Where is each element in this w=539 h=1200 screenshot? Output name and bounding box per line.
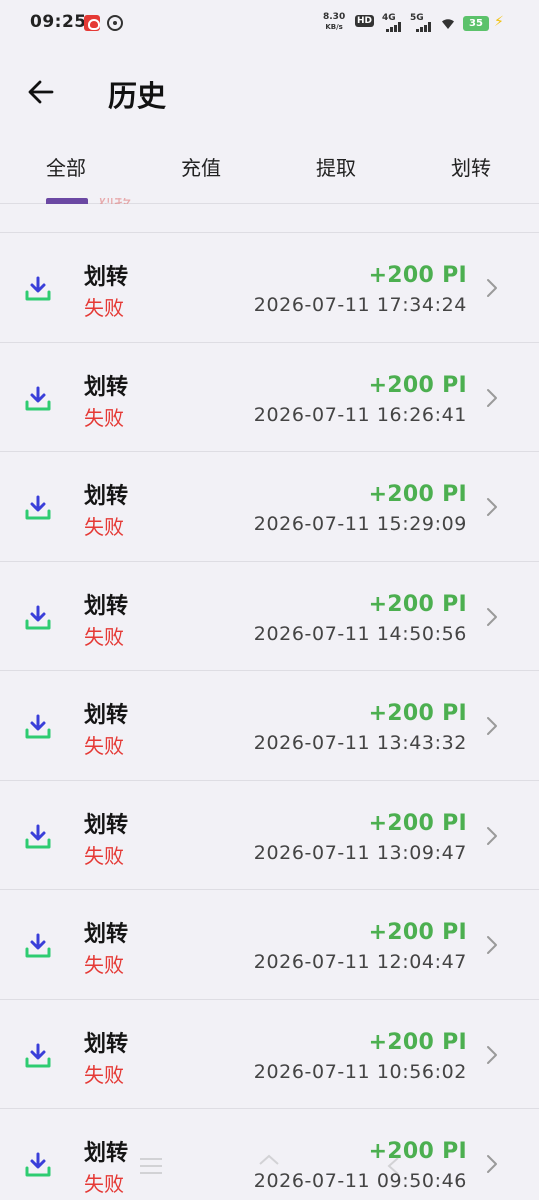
row-amount: +200 PI [368, 482, 467, 507]
chevron-right-icon [487, 607, 497, 626]
download-icon [25, 495, 51, 520]
row-amount: +200 PI [368, 701, 467, 726]
row-title: 划转 [84, 484, 129, 509]
row-title: 划转 [84, 593, 129, 619]
row-datetime: 2026-07-11 13:43:32 [253, 732, 467, 754]
app-header: 历史 [0, 60, 539, 122]
download-icon [25, 1152, 51, 1177]
row-datetime: 2026-07-11 14:50:56 [253, 622, 467, 645]
page-title: 历史 [108, 79, 167, 113]
download-icon [25, 605, 51, 629]
row-status: 失败 [84, 1062, 124, 1087]
transaction-row[interactable]: 划转 失败 +200 PI 2026-07-11 13:09:47 [0, 779, 539, 890]
chevron-right-icon [487, 717, 497, 735]
charging-icon: ⚡ [494, 14, 504, 30]
row-title: 划转 [84, 1031, 129, 1057]
row-amount: +200 PI [368, 1029, 467, 1055]
filter-tabs: 全部 充值 提取 划转 [0, 140, 539, 204]
row-title: 划转 [84, 374, 129, 400]
back-arrow-icon[interactable] [22, 72, 62, 112]
row-status: 失败 [84, 296, 124, 320]
row-status: 失败 [84, 953, 124, 977]
tab-all[interactable]: 全部 [46, 152, 86, 181]
row-title: 划转 [84, 812, 129, 838]
notification-sync-icon [107, 15, 123, 31]
transaction-row[interactable]: 划转 失败 +200 PI 2026-07-11 13:43:32 [0, 670, 539, 780]
download-icon [25, 824, 51, 848]
download-icon [25, 714, 51, 739]
notification-app-icon [84, 15, 100, 31]
row-amount: +200 PI [368, 591, 467, 617]
row-amount: +200 PI [368, 372, 467, 398]
chevron-right-icon [487, 279, 497, 297]
hd-badge: HD [355, 15, 375, 27]
row-title: 划转 [84, 1141, 129, 1166]
row-datetime: 2026-07-11 13:09:47 [253, 841, 467, 864]
row-amount: +200 PI [368, 263, 467, 288]
row-datetime: 2026-07-11 16:26:41 [253, 403, 467, 426]
nav-home-icon[interactable] [258, 1153, 280, 1175]
row-amount: +200 PI [368, 920, 467, 945]
row-datetime: 2026-07-11 15:29:09 [253, 513, 467, 535]
row-datetime: 2026-07-11 17:34:24 [253, 294, 467, 316]
status-bar: 09:25 8.30 KB/s HD 4G 5G 35 ⚡ [0, 0, 539, 46]
chevron-right-icon [487, 936, 497, 954]
transaction-row[interactable]: 划转 失败 +200 PI 2026-07-11 15:29:09 [0, 451, 539, 561]
battery-icon: 35 [463, 16, 489, 31]
tab-withdraw[interactable]: 提取 [316, 152, 356, 181]
row-title: 划转 [84, 265, 129, 290]
row-status: 失败 [84, 405, 124, 430]
transaction-row[interactable]: 划转 失败 +200 PI 2026-07-11 17:34:24 [0, 232, 539, 342]
download-icon [25, 1043, 51, 1067]
tab-deposit[interactable]: 充值 [181, 152, 221, 181]
wifi-icon [442, 19, 454, 29]
chevron-right-icon [487, 1045, 497, 1064]
transaction-list: 划转 失败 +200 PI 2026-07-11 17:34:24 划转 失败 … [0, 232, 539, 1200]
row-title: 划转 [84, 703, 129, 728]
chevron-right-icon [487, 388, 497, 407]
nav-back-icon[interactable] [384, 1156, 404, 1176]
row-status: 失败 [84, 515, 124, 539]
chevron-right-icon [487, 826, 497, 845]
row-status: 失败 [84, 843, 124, 868]
row-datetime: 2026-07-11 09:50:46 [253, 1170, 467, 1192]
status-time: 09:25 [30, 12, 87, 32]
download-icon [25, 386, 51, 410]
tab-transfer[interactable]: 划转 [451, 152, 491, 181]
signal-5g-icon [416, 22, 432, 32]
nav-menu-icon[interactable] [140, 1158, 162, 1174]
chevron-right-icon [487, 498, 497, 516]
transaction-row[interactable]: 划转 失败 +200 PI 2026-07-11 14:50:56 [0, 560, 539, 671]
row-status: 失败 [84, 624, 124, 649]
transaction-row[interactable]: 划转 失败 +200 PI 2026-07-11 10:56:02 [0, 998, 539, 1109]
signal-4g-icon [386, 22, 402, 32]
row-datetime: 2026-07-11 10:56:02 [253, 1060, 467, 1083]
transaction-row[interactable]: 划转 失败 +200 PI 2026-07-11 16:26:41 [0, 341, 539, 452]
download-icon [25, 276, 51, 301]
tab-active-indicator [46, 198, 88, 204]
row-status: 失败 [84, 734, 124, 758]
chevron-right-icon [487, 1155, 497, 1173]
transaction-row[interactable]: 划转 失败 +200 PI 2026-07-11 12:04:47 [0, 889, 539, 999]
row-title: 划转 [84, 922, 129, 947]
row-datetime: 2026-07-11 12:04:47 [253, 951, 467, 973]
network-speed: 8.30 KB/s [323, 12, 346, 31]
download-icon [25, 933, 51, 958]
row-amount: +200 PI [368, 810, 467, 836]
row-status: 失败 [84, 1172, 124, 1196]
